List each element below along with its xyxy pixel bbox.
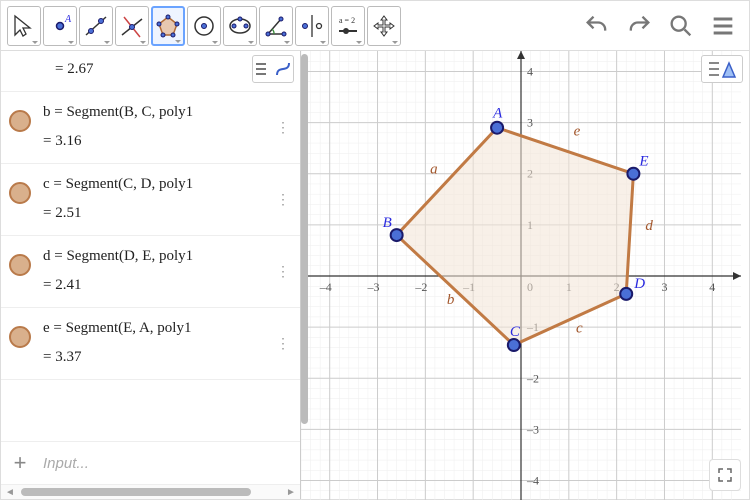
polygon-tool[interactable]: [151, 6, 185, 46]
graphics-view[interactable]: –4–3–2–101234–4–3–2–11234abcdeABCDE: [301, 51, 749, 499]
algebra-row[interactable]: d = Segment(D, E, poly1 = 2.41 ⋮: [1, 236, 300, 308]
perpendicular-tool[interactable]: [115, 6, 149, 46]
algebra-definition: d = Segment(D, E, poly1: [43, 244, 264, 270]
svg-text:–4: –4: [526, 474, 539, 488]
toolbar: Aa = 2: [1, 1, 749, 51]
edge-label: d: [645, 218, 653, 234]
svg-text:–3: –3: [367, 280, 380, 294]
edge-label: e: [574, 123, 581, 139]
point-B[interactable]: [391, 229, 403, 241]
algebra-input-row[interactable]: + Input...: [1, 441, 300, 484]
graphics-panel-menu[interactable]: [701, 55, 743, 83]
algebra-row[interactable]: c = Segment(C, D, poly1 = 2.51 ⋮: [1, 164, 300, 236]
add-icon: +: [11, 450, 29, 476]
algebra-definition: c = Segment(C, D, poly1: [43, 172, 264, 198]
algebra-definition: b = Segment(B, C, poly1: [43, 100, 264, 126]
edge-label: c: [576, 320, 583, 336]
point-label: E: [638, 154, 648, 170]
undo-button[interactable]: [577, 6, 617, 46]
svg-text:4: 4: [709, 280, 715, 294]
algebra-row[interactable]: b = Segment(B, C, poly1 = 3.16 ⋮: [1, 92, 300, 164]
search-button[interactable]: [661, 6, 701, 46]
angle-tool[interactable]: [259, 6, 293, 46]
point-tool[interactable]: A: [43, 6, 77, 46]
move-graphics-tool[interactable]: [367, 6, 401, 46]
algebra-value: = 3.37: [43, 345, 264, 371]
edge-label: a: [430, 162, 438, 178]
svg-text:a = 2: a = 2: [339, 16, 355, 25]
visibility-toggle[interactable]: [9, 182, 31, 204]
more-icon[interactable]: ⋮: [276, 119, 290, 136]
redo-button[interactable]: [619, 6, 659, 46]
visibility-toggle[interactable]: [9, 326, 31, 348]
menu-button[interactable]: [703, 6, 743, 46]
reflect-tool[interactable]: [295, 6, 329, 46]
svg-text:4: 4: [527, 64, 533, 78]
point-label: A: [492, 106, 503, 122]
algebra-value: = 3.16: [43, 129, 264, 155]
point-C[interactable]: [508, 339, 520, 351]
horizontal-scrollbar[interactable]: ◄ ►: [1, 484, 300, 499]
line-tool[interactable]: [79, 6, 113, 46]
more-icon[interactable]: ⋮: [276, 191, 290, 208]
svg-text:–3: –3: [526, 422, 539, 436]
algebra-definition: e = Segment(E, A, poly1: [43, 316, 264, 342]
point-D[interactable]: [620, 288, 632, 300]
svg-text:–2: –2: [414, 280, 427, 294]
ellipse-tool[interactable]: [223, 6, 257, 46]
scrollbar-thumb[interactable]: [301, 54, 308, 424]
fullscreen-button[interactable]: [709, 459, 741, 491]
algebra-value: = 2.51: [43, 201, 264, 227]
scrollbar-thumb[interactable]: [21, 488, 251, 496]
svg-text:–2: –2: [526, 371, 539, 385]
svg-text:3: 3: [527, 116, 533, 130]
visibility-toggle[interactable]: [9, 254, 31, 276]
point-label: B: [383, 215, 392, 231]
algebra-view: = 2.67 b = Segment(B, C, poly1= 3.16⋮c =…: [1, 51, 301, 499]
svg-text:3: 3: [661, 280, 667, 294]
vertical-scrollbar[interactable]: [300, 50, 308, 485]
graphics-canvas[interactable]: –4–3–2–101234–4–3–2–11234abcdeABCDE: [301, 51, 741, 500]
algebra-panel-menu[interactable]: [252, 55, 294, 83]
visibility-toggle[interactable]: [9, 110, 31, 132]
point-label: C: [510, 324, 521, 340]
svg-text:–4: –4: [319, 280, 332, 294]
move-tool[interactable]: [7, 6, 41, 46]
algebra-value: = 2.41: [43, 273, 264, 299]
more-icon[interactable]: ⋮: [276, 335, 290, 352]
circle-tool[interactable]: [187, 6, 221, 46]
point-A[interactable]: [491, 122, 503, 134]
edge-label: b: [447, 292, 455, 308]
svg-text:A: A: [64, 14, 72, 25]
polygon[interactable]: [397, 128, 634, 345]
algebra-input[interactable]: Input...: [43, 455, 290, 472]
point-label: D: [633, 276, 645, 292]
slider-tool[interactable]: a = 2: [331, 6, 365, 46]
point-E[interactable]: [627, 168, 639, 180]
algebra-row[interactable]: e = Segment(E, A, poly1 = 3.37 ⋮: [1, 308, 300, 380]
more-icon[interactable]: ⋮: [276, 263, 290, 280]
